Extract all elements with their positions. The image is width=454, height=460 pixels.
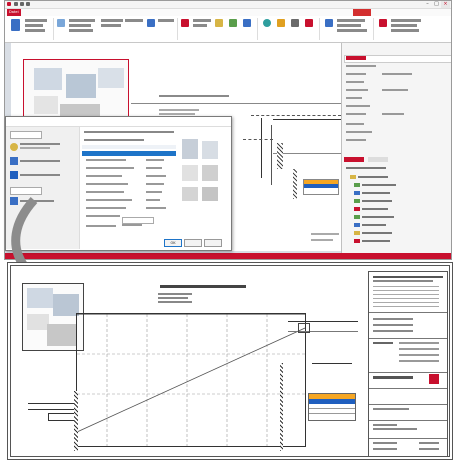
printed-drawing <box>7 262 453 460</box>
wall-elevation <box>76 313 306 447</box>
detail-thumbnail <box>22 283 84 351</box>
title-block <box>368 271 448 457</box>
legend-table <box>308 393 356 421</box>
company-logo-icon <box>429 374 439 384</box>
drawing-title <box>160 285 246 288</box>
